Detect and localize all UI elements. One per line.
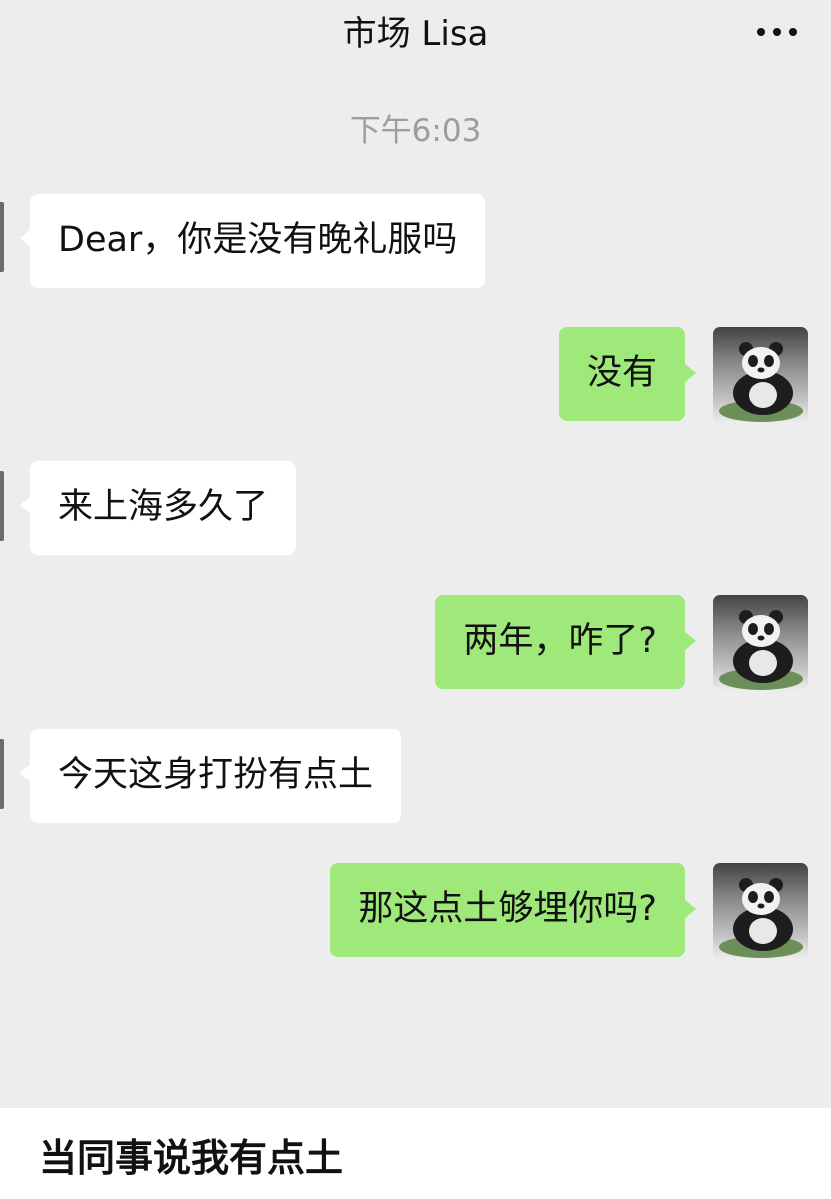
outgoing-message-bubble[interactable]: 两年，咋了? bbox=[435, 595, 696, 689]
caption-bar: 当同事说我有点土 bbox=[0, 1108, 831, 1199]
bubble-tail bbox=[684, 899, 696, 919]
dot-2 bbox=[773, 28, 781, 36]
panda-nose bbox=[757, 635, 765, 641]
message-text: 没有 bbox=[586, 353, 657, 393]
panda-left-eye-patch bbox=[748, 623, 758, 635]
bubble-tail bbox=[684, 363, 696, 383]
dot-1 bbox=[757, 28, 765, 36]
chat-header: 市场 Lisa bbox=[0, 0, 831, 70]
panda-avatar-icon[interactable] bbox=[713, 595, 808, 690]
panda-right-eye-patch bbox=[764, 623, 774, 635]
message-timestamp: 下午6:03 bbox=[349, 113, 482, 149]
bubble-tail bbox=[684, 631, 696, 651]
incoming-message-bubble[interactable]: 今天这身打扮有点土 bbox=[20, 729, 402, 823]
caption-text: 当同事说我有点土 bbox=[39, 1136, 344, 1180]
outgoing-message-bubble[interactable]: 没有 bbox=[558, 327, 696, 421]
outgoing-message-bubble[interactable]: 那这点土够埋你吗? bbox=[330, 863, 696, 957]
message-text: 两年，咋了? bbox=[463, 621, 657, 661]
panda-left-eye-patch bbox=[748, 355, 758, 367]
panda-nose bbox=[757, 367, 765, 373]
bubble-tail bbox=[20, 228, 32, 248]
panda-head bbox=[742, 883, 780, 915]
more-dots-icon[interactable] bbox=[737, 12, 797, 52]
message-text: Dear，你是没有晚礼服吗 bbox=[58, 220, 458, 260]
message-text: 那这点土够埋你吗? bbox=[358, 889, 657, 929]
panda-left-eye-patch bbox=[748, 891, 758, 903]
message-text: 今天这身打扮有点土 bbox=[58, 755, 374, 795]
panda-head bbox=[742, 615, 780, 647]
panda-nose bbox=[757, 903, 765, 909]
message-text: 来上海多久了 bbox=[58, 487, 269, 527]
bubble-tail bbox=[20, 495, 32, 515]
incoming-avatar-edge bbox=[0, 471, 4, 541]
panda-avatar-icon[interactable] bbox=[713, 863, 808, 958]
panda-right-eye-patch bbox=[764, 355, 774, 367]
panda-head bbox=[742, 347, 780, 379]
chat-title: 市场 Lisa bbox=[342, 14, 489, 54]
incoming-avatar-edge bbox=[0, 739, 4, 809]
panda-avatar-svg bbox=[719, 610, 803, 690]
bubble-tail bbox=[20, 763, 32, 783]
panda-avatar-svg bbox=[719, 878, 803, 958]
panda-belly bbox=[749, 650, 777, 676]
incoming-message-bubble[interactable]: Dear，你是没有晚礼服吗 bbox=[20, 194, 486, 288]
incoming-message-bubble[interactable]: 来上海多久了 bbox=[20, 461, 297, 555]
dot-3 bbox=[789, 28, 797, 36]
incoming-avatar-edge bbox=[0, 202, 4, 272]
panda-avatar-svg bbox=[719, 342, 803, 422]
panda-right-eye-patch bbox=[764, 891, 774, 903]
panda-avatar-icon[interactable] bbox=[713, 327, 808, 422]
panda-belly bbox=[749, 382, 777, 408]
panda-belly bbox=[749, 918, 777, 944]
